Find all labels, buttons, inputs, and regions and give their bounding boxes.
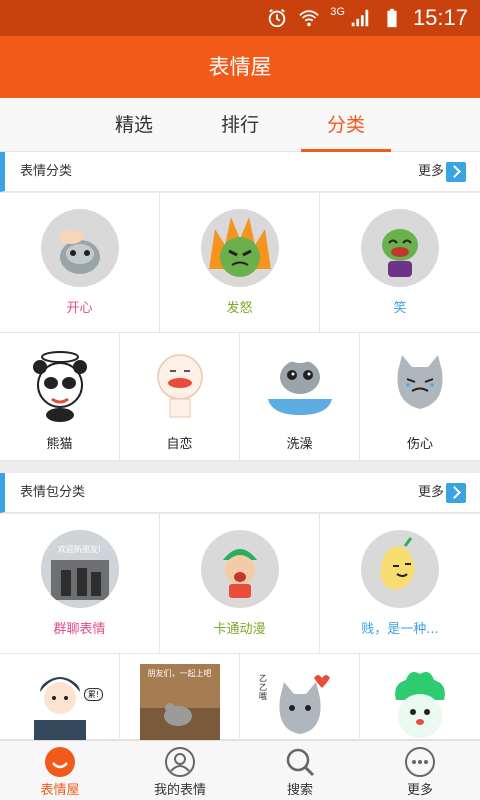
signal-icon — [351, 9, 369, 27]
pack-label: 群聊表情 — [53, 622, 106, 637]
category-item-angry[interactable]: 发怒 — [160, 193, 320, 333]
angry-face-icon — [200, 209, 279, 287]
nav-label: 我的表情 — [153, 783, 206, 798]
section-title: 表情包分类 — [20, 485, 86, 500]
pack-item-cartoon[interactable]: 卡通动漫 — [160, 514, 320, 654]
pack-row-bottom: 累! 朋友们，一起上吧 乙乙哦 — [0, 654, 480, 740]
tab-featured[interactable]: 精选 — [89, 98, 179, 151]
tab-bar: 精选 排行 分类 — [0, 98, 480, 152]
search-icon — [285, 747, 315, 777]
app-title: 表情屋 — [0, 36, 480, 98]
category-label: 笑 — [393, 301, 407, 316]
photo-caption: 朋友们，一起上吧 — [147, 669, 212, 678]
clock: 15:17 — [412, 5, 468, 30]
cartoon-boy-icon — [200, 530, 279, 608]
cat-bath-icon — [260, 345, 340, 425]
pack-label: 贱，是一种... — [361, 622, 439, 637]
chevron-right-icon[interactable] — [446, 483, 466, 503]
category-label: 发怒 — [226, 301, 253, 316]
nav-label: 表情屋 — [40, 783, 80, 798]
nav-home[interactable]: 表情屋 — [0, 741, 120, 800]
nav-search[interactable]: 搜索 — [240, 741, 360, 800]
cabbage-character-icon — [380, 664, 460, 740]
group-chat-photo-icon — [40, 530, 119, 608]
bottom-navigation: 表情屋 我的表情 搜索 更多 — [0, 740, 480, 800]
category-label: 开心 — [66, 301, 93, 316]
cat-hand-icon — [40, 209, 119, 287]
battery-icon — [387, 8, 397, 28]
pack-item-cabbage[interactable] — [360, 654, 480, 740]
pack-item-cat[interactable]: 乙乙哦 — [240, 654, 360, 740]
pack-row-top: 欢迎新朋友! 群聊表情 卡通动漫 贱，是一种... — [0, 514, 480, 654]
category-row-bottom: 熊猫 自恋 洗澡 伤心 — [0, 333, 480, 461]
category-label: 伤心 — [406, 437, 433, 452]
laugh-face-icon — [361, 209, 439, 287]
category-label: 熊猫 — [46, 437, 73, 452]
pear-character-icon — [361, 530, 439, 608]
nav-my-emoji[interactable]: 我的表情 — [120, 741, 240, 800]
category-item-narcissism[interactable]: 自恋 — [120, 333, 240, 461]
category-item-sad[interactable]: 伤心 — [360, 333, 480, 461]
sad-cat-icon — [380, 345, 460, 425]
tab-category[interactable]: 分类 — [301, 98, 391, 152]
status-bar: 3G 15:17 — [0, 0, 480, 36]
alarm-icon — [269, 8, 286, 28]
sticker-caption: 乙乙哦 — [259, 674, 267, 701]
photo-caption: 欢迎新朋友! — [57, 545, 102, 554]
category-label: 自恋 — [166, 437, 193, 452]
network-type: 3G — [330, 6, 345, 18]
pack-label: 卡通动漫 — [213, 622, 266, 637]
speech-bubble: 累! — [83, 688, 103, 701]
nav-label: 更多 — [406, 783, 433, 798]
tab-ranking[interactable]: 排行 — [195, 98, 285, 151]
category-item-bath[interactable]: 洗澡 — [240, 333, 360, 461]
wifi-icon — [299, 10, 320, 27]
smile-circle-icon — [45, 747, 75, 777]
category-item-laugh[interactable]: 笑 — [320, 193, 480, 333]
category-label: 洗澡 — [286, 437, 313, 452]
nav-label: 搜索 — [286, 783, 313, 798]
section-header-emoji-category: 表情分类 更多 — [0, 152, 480, 192]
boy-laptop-icon — [20, 664, 100, 740]
user-icon — [165, 747, 195, 777]
cat-sticker-icon — [260, 664, 340, 740]
more-link[interactable]: 更多 — [418, 152, 444, 192]
pack-item-group-chat[interactable]: 欢迎新朋友! 群聊表情 — [0, 514, 160, 654]
pack-item-boy[interactable]: 累! — [0, 654, 120, 740]
category-row-top: 开心 发怒 笑 — [0, 193, 480, 333]
more-link[interactable]: 更多 — [418, 473, 444, 513]
category-item-panda[interactable]: 熊猫 — [0, 333, 120, 461]
nav-more[interactable]: 更多 — [360, 741, 480, 800]
chevron-right-icon[interactable] — [446, 162, 466, 182]
pack-item-rat[interactable]: 朋友们，一起上吧 — [120, 654, 240, 740]
pack-item-cheeky[interactable]: 贱，是一种... — [320, 514, 480, 654]
more-dots-icon — [405, 747, 435, 777]
section-title: 表情分类 — [20, 164, 73, 179]
section-header-pack-category: 表情包分类 更多 — [0, 473, 480, 513]
panda-icon — [20, 345, 100, 425]
category-item-happy[interactable]: 开心 — [0, 193, 160, 333]
smile-character-icon — [140, 345, 220, 425]
